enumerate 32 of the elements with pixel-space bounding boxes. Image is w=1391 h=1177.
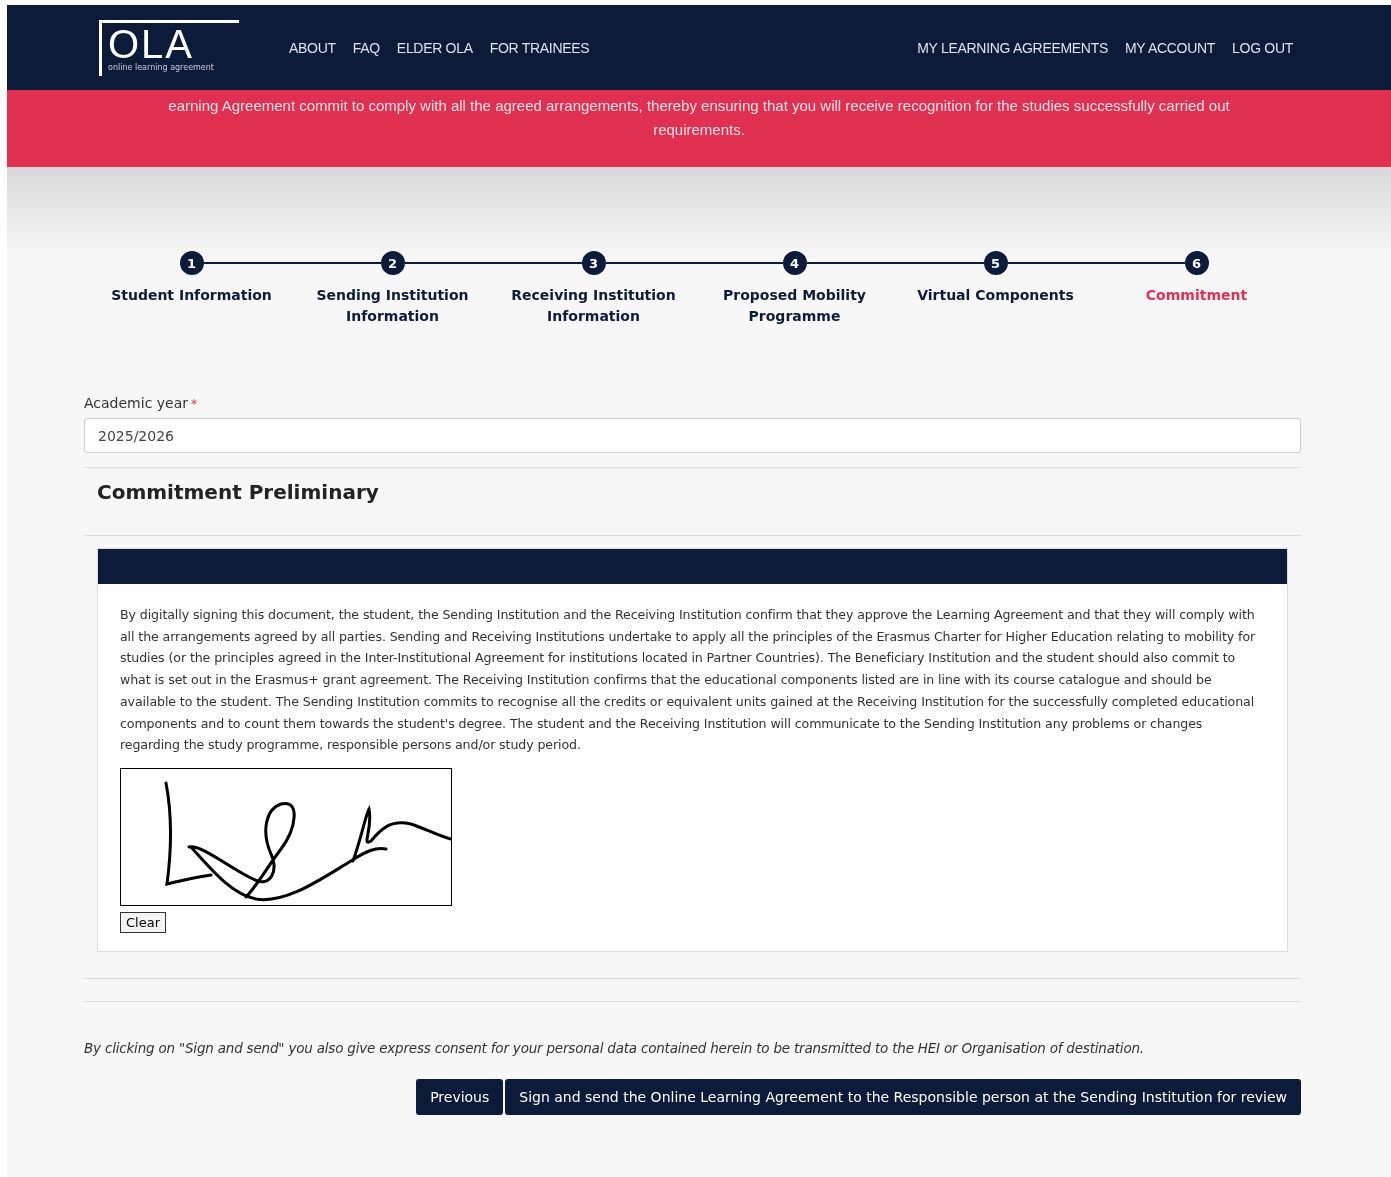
- sign-and-send-button[interactable]: Sign and send the Online Learning Agreement to the Responsible person at the Sending Institution for review: [505, 1078, 1301, 1115]
- step-number[interactable]: 5: [983, 251, 1008, 275]
- step-label[interactable]: Sending Institution Information: [307, 285, 478, 327]
- input-field[interactable]: 2025/2026: [84, 418, 1301, 453]
- step-label[interactable]: Student Information: [111, 285, 272, 306]
- step-number[interactable]: 6: [1184, 251, 1209, 275]
- step-number[interactable]: 3: [581, 251, 606, 275]
- step-number[interactable]: 4: [782, 251, 807, 275]
- nav-link[interactable]: ELDER OLA: [396, 39, 473, 56]
- step-number[interactable]: 1: [179, 251, 204, 275]
- required-mark: *: [191, 397, 197, 411]
- nav-link[interactable]: MY ACCOUNT: [1125, 39, 1216, 56]
- signature-pad[interactable]: [120, 767, 452, 906]
- step-label[interactable]: Receiving Institution Information: [508, 285, 679, 327]
- nav-link[interactable]: MY LEARNING AGREEMENTS: [917, 39, 1108, 56]
- step-label[interactable]: Proposed Mobility Programme: [709, 285, 880, 327]
- step-number[interactable]: 2: [380, 251, 405, 275]
- banner-text: requirements.: [652, 120, 746, 140]
- step-label[interactable]: Virtual Components: [917, 285, 1074, 306]
- previous-button[interactable]: Previous: [416, 1078, 504, 1115]
- nav-link[interactable]: FAQ: [352, 39, 380, 56]
- nav-link[interactable]: LOG OUT: [1232, 39, 1293, 56]
- nav-link[interactable]: FOR TRAINEES: [489, 39, 590, 56]
- nav-link[interactable]: ABOUT: [289, 39, 336, 56]
- logo[interactable]: OLA online learning agreement: [99, 19, 239, 76]
- field-label: Academic year: [84, 395, 188, 411]
- banner-text: earning Agreement commit to comply with all the agreed arrangements, thereby ensuring that you will receive recognition for the studies successfully carried out: [167, 96, 1231, 116]
- clear-button[interactable]: Clear: [120, 911, 166, 933]
- commitment-paragraph: By digitally signing this document, the student, the Sending Institution and the Receiving Institution confirm that they approve the Learning Agreement and that they will comply with all the arrangements agreed by all parties. Sending and Receiving Institutions undertake to apply all the principles of the Erasmus Charter for Higher Education relating to mobility for studies (or the principles agreed in the Inter-Institutional Agreement for institutions located in Partner Countries). The Beneficiary Institution and the student should also commit to what is set out in the Erasmus+ grant agreement. The Receiving Institution confirms that the educational components listed are in line with its course catalogue and should be available to the student. The Sending Institution commits to recognise all the credits or equivalent units gained at the Receiving Institution for the successfully completed educational components and to count them towards the student's degree. The student and the Receiving Institution will communicate to the Sending Institution any problems or changes regarding the study programme, responsible persons and/or study period.: [120, 606, 1257, 755]
- step-label[interactable]: Commitment: [1145, 285, 1248, 306]
- section-title: Commitment Preliminary: [96, 479, 380, 506]
- consent-note: By clicking on "Sign and send" you also give express consent for your personal data contained herein to be transmitted to the HEI or Organisation of destination.: [84, 1039, 1145, 1056]
